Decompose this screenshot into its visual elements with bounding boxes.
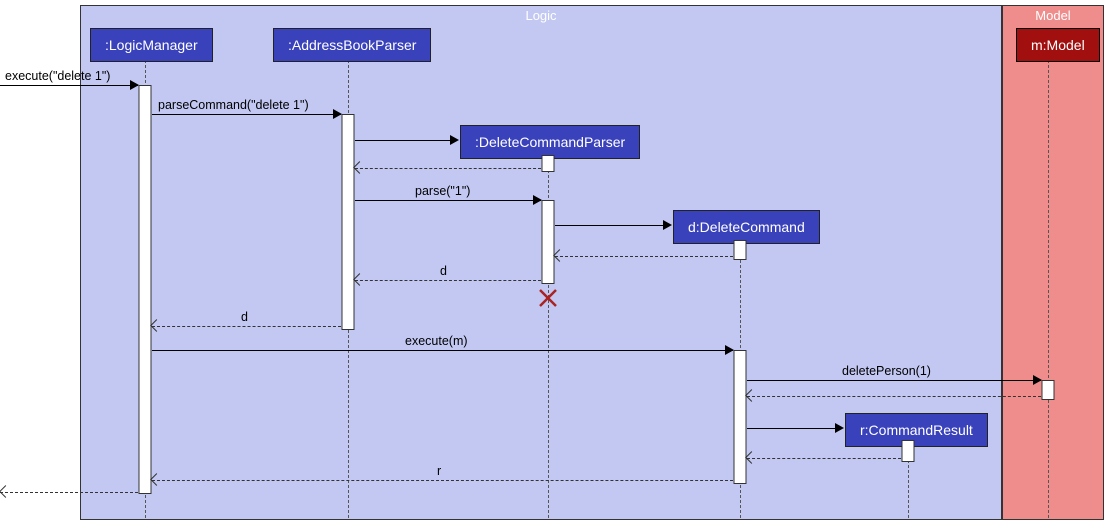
arrow-return-r: [152, 480, 733, 481]
arrow-create-cr: [747, 428, 842, 429]
arrowhead-parsecommand: [333, 109, 342, 119]
participant-addressbookparser: :AddressBookParser: [273, 28, 431, 62]
arrow-return-external: [0, 492, 138, 493]
activation-dc-1: [734, 240, 747, 260]
msg-execute1: execute("delete 1"): [5, 69, 110, 83]
arrow-return-d1: [355, 280, 541, 281]
arrowhead-create-dcp: [450, 135, 459, 145]
msg-executem: execute(m): [405, 334, 468, 348]
arrow-return-create-cr: [747, 458, 901, 459]
activation-addressbookparser: [342, 114, 355, 330]
arrow-execute1: [0, 85, 138, 86]
participant-logicmanager: :LogicManager: [90, 28, 213, 62]
msg-parsecommand: parseCommand("delete 1"): [158, 98, 309, 112]
arrow-parse1: [355, 200, 541, 201]
destroy-icon: [538, 288, 558, 308]
frame-model: Model: [1002, 5, 1104, 520]
frame-model-label: Model: [1035, 8, 1070, 23]
participant-commandresult: r:CommandResult: [845, 413, 988, 447]
activation-model: [1042, 380, 1055, 400]
activation-dcp-1: [542, 155, 555, 172]
arrow-deleteperson: [747, 380, 1041, 381]
arrow-return-create-dcp: [355, 168, 541, 169]
arrow-create-dcp: [355, 140, 457, 141]
arrow-return-d2: [152, 326, 341, 327]
arrowhead-execute1: [130, 80, 139, 90]
arrow-executem: [152, 350, 733, 351]
arrowhead-return-external: [0, 485, 12, 498]
activation-dc-2: [734, 350, 747, 484]
arrow-create-dc: [555, 225, 670, 226]
arrow-return-create-dc: [555, 256, 733, 257]
arrowhead-create-cr: [835, 423, 844, 433]
msg-deleteperson: deletePerson(1): [842, 364, 931, 378]
frame-logic-label: Logic: [525, 8, 556, 23]
arrow-return-deleteperson: [747, 396, 1041, 397]
activation-logicmanager: [139, 85, 152, 494]
msg-parse1: parse("1"): [415, 184, 470, 198]
arrow-parsecommand: [152, 114, 341, 115]
msg-return-d1: d: [440, 264, 447, 278]
arrowhead-parse1: [533, 195, 542, 205]
msg-return-r: r: [437, 464, 441, 478]
arrowhead-executem: [725, 345, 734, 355]
participant-deletecommandparser: :DeleteCommandParser: [460, 125, 640, 159]
activation-dcp-2: [542, 200, 555, 284]
msg-return-d2: d: [241, 310, 248, 324]
activation-cr: [902, 440, 915, 462]
participant-deletecommand: d:DeleteCommand: [673, 210, 820, 244]
arrowhead-deleteperson: [1033, 375, 1042, 385]
participant-model: m:Model: [1016, 28, 1100, 62]
arrowhead-create-dc: [663, 220, 672, 230]
lifeline-model: [1048, 55, 1049, 518]
